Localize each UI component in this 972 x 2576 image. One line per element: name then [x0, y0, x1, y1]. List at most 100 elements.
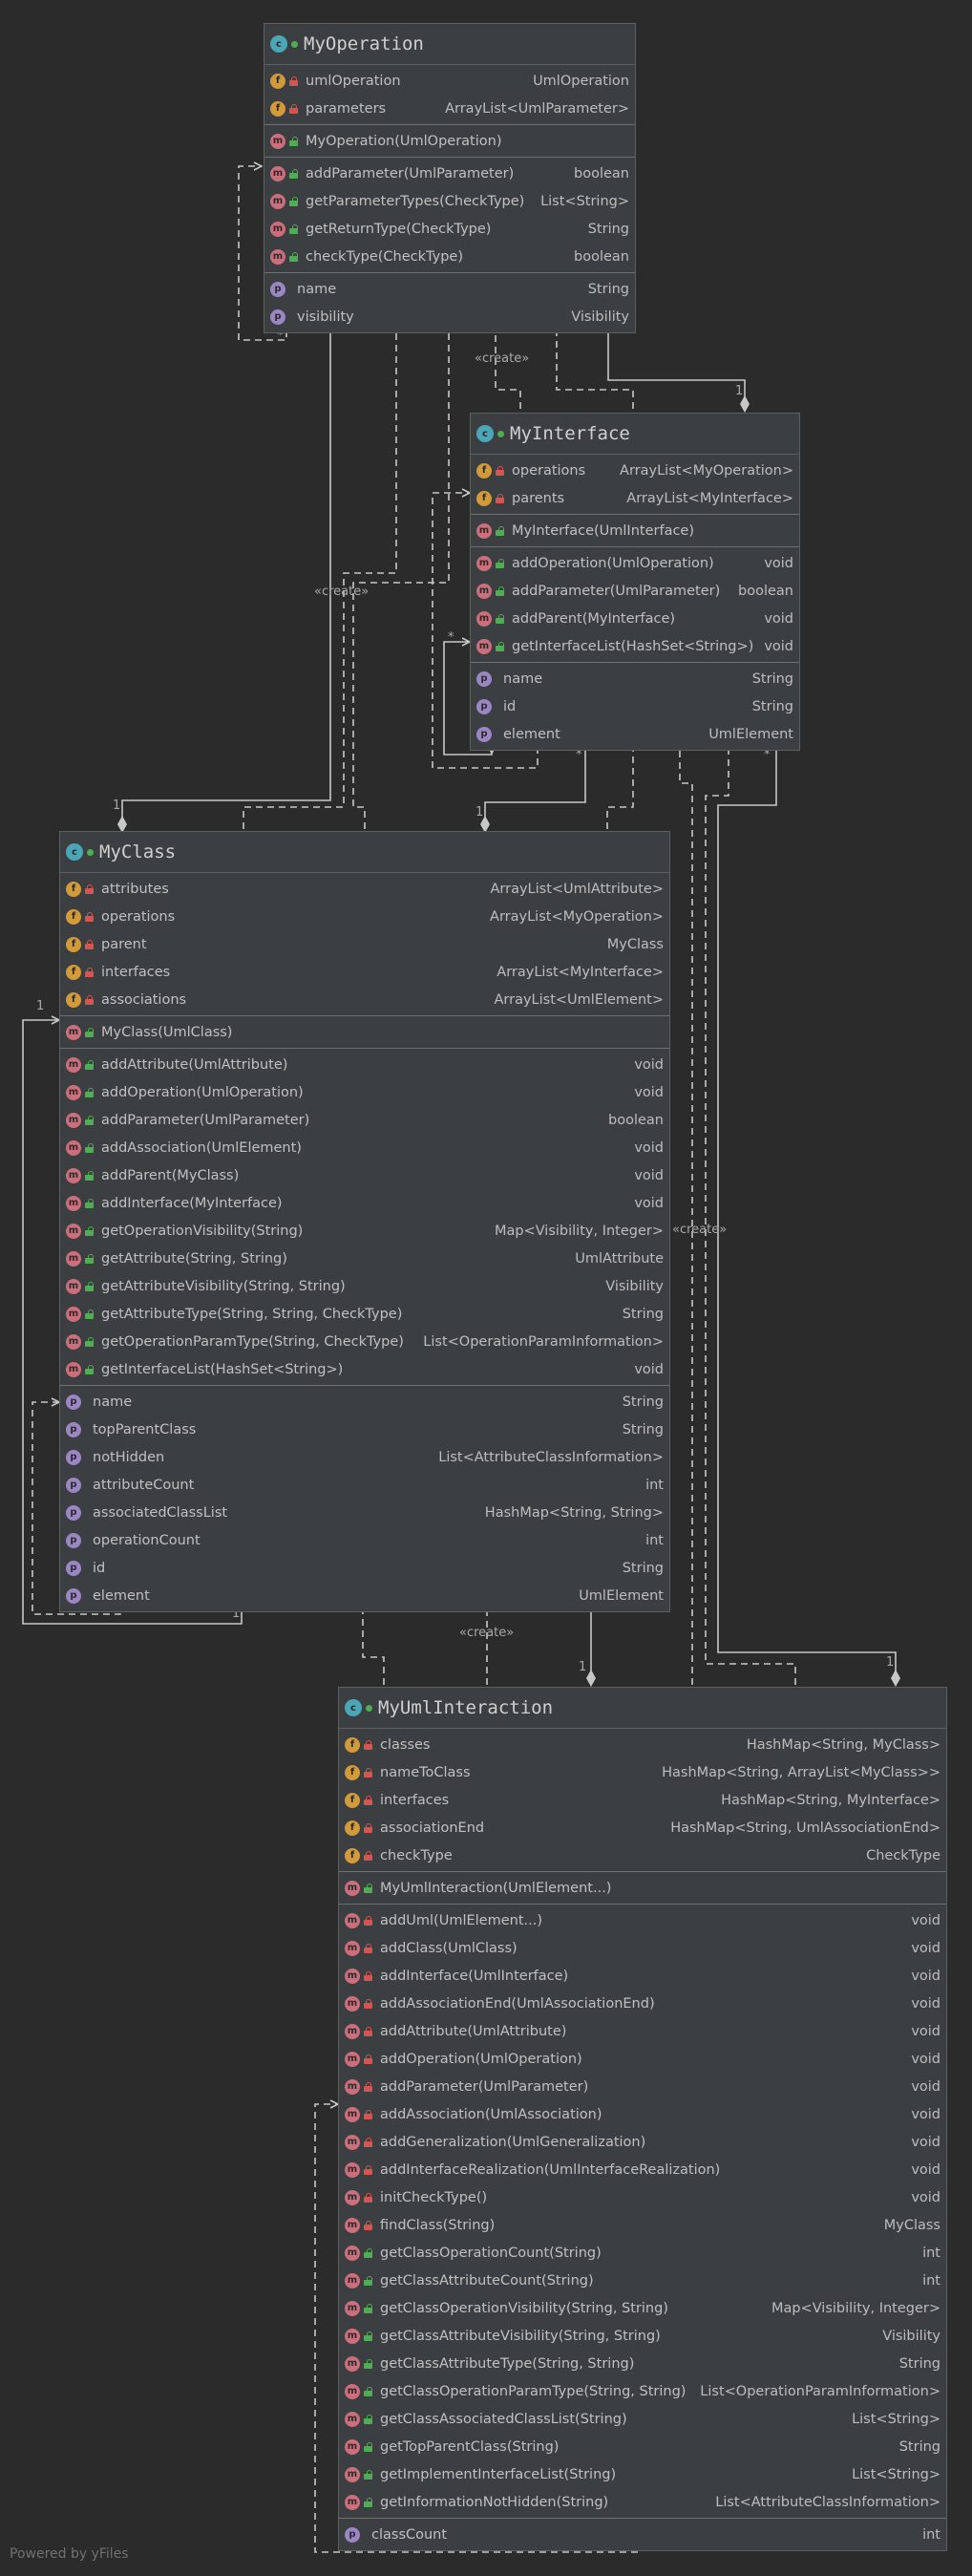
method-icon: m	[345, 1968, 360, 1984]
method-row[interactable]: m addParameter(UmlParameter) void	[339, 2073, 946, 2100]
property-name: classCount	[371, 2526, 448, 2543]
field-row[interactable]: f associations ArrayList<UmlElement>	[60, 986, 669, 1013]
method-row[interactable]: m getClassOperationParamType(String, Stri…	[339, 2377, 946, 2405]
method-row[interactable]: m addAssociation(UmlElement) void	[60, 1134, 669, 1161]
method-row[interactable]: m addParameter(UmlParameter) boolean	[264, 160, 635, 187]
method-row[interactable]: m MyInterface(UmlInterface)	[471, 517, 799, 544]
method-row[interactable]: m addGeneralization(UmlGeneralization) voi…	[339, 2128, 946, 2156]
method-name: getAttribute(String, String)	[101, 1250, 287, 1267]
method-row[interactable]: m MyOperation(UmlOperation)	[264, 127, 635, 155]
property-icon: p	[270, 281, 285, 297]
field-row[interactable]: f operations ArrayList<MyOperation>	[471, 457, 799, 484]
property-row[interactable]: p topParentClass String	[60, 1416, 669, 1443]
method-row[interactable]: m MyUmlInteraction(UmlElement...)	[339, 1874, 946, 1902]
field-row[interactable]: f umlOperation UmlOperation	[264, 67, 635, 95]
public-lock-icon	[496, 585, 506, 596]
property-type: String	[622, 1560, 664, 1576]
field-row[interactable]: f parameters ArrayList<UmlParameter>	[264, 95, 635, 122]
property-row[interactable]: p associatedClassList HashMap<String, Stri…	[60, 1499, 669, 1526]
method-row[interactable]: m findClass(String) MyClass	[339, 2211, 946, 2239]
method-type: Map<Visibility, Integer>	[494, 1223, 664, 1239]
field-row[interactable]: f operations ArrayList<MyOperation>	[60, 903, 669, 930]
method-type: List<AttributeClassInformation>	[715, 2494, 940, 2510]
method-row[interactable]: m addOperation(UmlOperation) void	[60, 1078, 669, 1106]
method-row[interactable]: m addClass(UmlClass) void	[339, 1934, 946, 1962]
property-row[interactable]: p element UmlElement	[471, 720, 799, 748]
field-row[interactable]: f interfaces ArrayList<MyInterface>	[60, 958, 669, 986]
method-row[interactable]: m addUml(UmlElement...) void	[339, 1906, 946, 1934]
field-row[interactable]: f associationEnd HashMap<String, UmlAssoci…	[339, 1814, 946, 1842]
method-type: void	[911, 2023, 940, 2039]
method-icon: m	[476, 583, 492, 599]
property-type: String	[587, 281, 629, 297]
no-visibility-spacer	[85, 1425, 89, 1435]
method-row[interactable]: m getAttributeType(String, String, CheckT…	[60, 1300, 669, 1328]
method-row[interactable]: m getReturnType(CheckType) String	[264, 215, 635, 243]
public-lock-icon	[496, 613, 506, 624]
property-row[interactable]: p notHidden List<AttributeClassInformation…	[60, 1443, 669, 1471]
property-name: attributeCount	[93, 1477, 195, 1493]
method-row[interactable]: m addParameter(UmlParameter) boolean	[60, 1106, 669, 1134]
method-row[interactable]: m getTopParentClass(String) String	[339, 2433, 946, 2460]
class-box-myumlinteraction[interactable]: c MyUmlInteraction f classes HashMap<String,…	[338, 1687, 947, 2551]
method-row[interactable]: m addParent(MyInterface) void	[471, 605, 799, 632]
field-row[interactable]: f attributes ArrayList<UmlAttribute>	[60, 875, 669, 903]
method-row[interactable]: m getInterfaceList(HashSet<String>) void	[60, 1355, 669, 1383]
method-row[interactable]: m getParameterTypes(CheckType) List<String…	[264, 187, 635, 215]
method-row[interactable]: m getOperationParamType(String, CheckType…	[60, 1328, 669, 1355]
property-row[interactable]: p classCount int	[339, 2521, 946, 2548]
method-name: addParameter(UmlParameter)	[512, 583, 721, 599]
field-row[interactable]: f parent MyClass	[60, 930, 669, 958]
property-row[interactable]: p operationCount int	[60, 1526, 669, 1554]
method-row[interactable]: m getInterfaceList(HashSet<String>) void	[471, 632, 799, 660]
method-row[interactable]: m addInterface(UmlInterface) void	[339, 1962, 946, 1990]
method-row[interactable]: m addInterfaceRealization(UmlInterfaceRea…	[339, 2156, 946, 2183]
method-row[interactable]: m getClassAssociatedClassList(String) List…	[339, 2405, 946, 2433]
method-icon: m	[345, 2328, 360, 2344]
method-row[interactable]: m addParent(MyClass) void	[60, 1161, 669, 1189]
method-row[interactable]: m getClassOperationCount(String) int	[339, 2239, 946, 2267]
public-visibility-icon	[291, 40, 298, 48]
method-icon: m	[476, 610, 492, 627]
method-row[interactable]: m addAttribute(UmlAttribute) void	[339, 2017, 946, 2045]
method-row[interactable]: m addInterface(MyInterface) void	[60, 1189, 669, 1217]
method-row[interactable]: m getImplementInterfaceList(String) List<S…	[339, 2460, 946, 2488]
method-row[interactable]: m addParameter(UmlParameter) boolean	[471, 577, 799, 605]
field-row[interactable]: f classes HashMap<String, MyClass>	[339, 1731, 946, 1758]
property-row[interactable]: p visibility Visibility	[264, 303, 635, 330]
property-row[interactable]: p name String	[264, 275, 635, 303]
public-lock-icon	[85, 1336, 95, 1347]
method-row[interactable]: m addOperation(UmlOperation) void	[471, 549, 799, 577]
class-box-myoperation[interactable]: c MyOperation f umlOperation UmlOperation f pa…	[264, 23, 636, 333]
property-type: String	[622, 1394, 664, 1410]
property-row[interactable]: p element UmlElement	[60, 1582, 669, 1609]
property-row[interactable]: p name String	[60, 1388, 669, 1416]
property-row[interactable]: p id String	[60, 1554, 669, 1582]
property-row[interactable]: p id String	[471, 692, 799, 720]
method-row[interactable]: m addAssociationEnd(UmlAssociationEnd) voi…	[339, 1990, 946, 2017]
method-row[interactable]: m checkType(CheckType) boolean	[264, 243, 635, 270]
property-row[interactable]: p name String	[471, 665, 799, 692]
class-box-myinterface[interactable]: c MyInterface f operations ArrayList<MyOpera…	[470, 413, 800, 751]
method-row[interactable]: m addOperation(UmlOperation) void	[339, 2045, 946, 2073]
class-section: m addParameter(UmlParameter) boolean m getPa…	[264, 158, 635, 273]
method-row[interactable]: m getClassOperationVisibility(String, Str…	[339, 2294, 946, 2322]
field-row[interactable]: f parents ArrayList<MyInterface>	[471, 484, 799, 512]
method-row[interactable]: m getOperationVisibility(String) Map<Visib…	[60, 1217, 669, 1245]
method-row[interactable]: m addAssociation(UmlAssociation) void	[339, 2100, 946, 2128]
method-row[interactable]: m addAttribute(UmlAttribute) void	[60, 1051, 669, 1078]
method-row[interactable]: m getClassAttributeVisibility(String, Str…	[339, 2322, 946, 2350]
field-name: interfaces	[380, 1792, 450, 1808]
method-row[interactable]: m getClassAttributeCount(String) int	[339, 2267, 946, 2294]
method-row[interactable]: m getAttribute(String, String) UmlAttribut…	[60, 1245, 669, 1272]
method-row[interactable]: m getInformationNotHidden(String) List<Att…	[339, 2488, 946, 2516]
field-row[interactable]: f nameToClass HashMap<String, ArrayList<My…	[339, 1758, 946, 1786]
method-row[interactable]: m MyClass(UmlClass)	[60, 1018, 669, 1046]
field-row[interactable]: f checkType CheckType	[339, 1842, 946, 1869]
field-row[interactable]: f interfaces HashMap<String, MyInterface>	[339, 1786, 946, 1814]
class-box-myclass[interactable]: c MyClass f attributes ArrayList<UmlAttribut…	[59, 831, 670, 1612]
property-row[interactable]: p attributeCount int	[60, 1471, 669, 1499]
method-row[interactable]: m getAttributeVisibility(String, String) V…	[60, 1272, 669, 1300]
method-row[interactable]: m getClassAttributeType(String, String) St…	[339, 2350, 946, 2377]
method-row[interactable]: m initCheckType() void	[339, 2183, 946, 2211]
